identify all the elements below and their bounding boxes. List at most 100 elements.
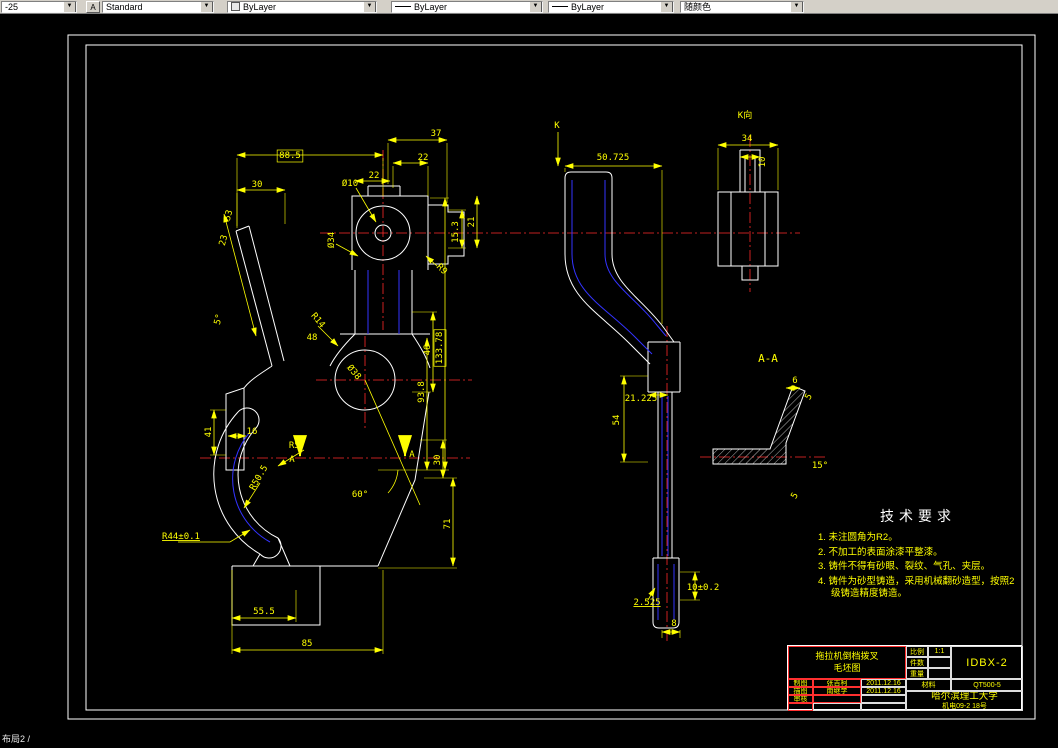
cad-drawing: 88.5372222Ø10305323 Ø34 15.3 21R95° R144846 1…	[67, 34, 1036, 720]
row-name	[813, 695, 861, 703]
qty-value	[928, 657, 951, 668]
dimension-label: 5	[804, 392, 815, 402]
dimension-label: 30	[252, 180, 263, 190]
qty-label: 件数	[906, 657, 928, 668]
color-combo[interactable]: ByLayer ▼	[227, 0, 377, 13]
layer-combo[interactable]: -25 ▼	[1, 0, 77, 13]
row-name: 张吉柯	[813, 679, 861, 687]
dimension-label: 15°	[812, 461, 828, 471]
dimension-label: R44±0.1	[162, 532, 200, 542]
lineweight-combo-value: ByLayer	[571, 1, 605, 12]
chevron-down-icon[interactable]: ▼	[660, 1, 673, 12]
dimension-label: Ø34	[326, 232, 337, 248]
dimension-label: Ø10	[342, 178, 358, 189]
side-view	[564, 171, 681, 629]
drawing-frame	[67, 34, 1036, 720]
row-date: 2011.12.16	[861, 687, 906, 695]
scale-label: 比例	[906, 646, 928, 657]
text-style-icon[interactable]: A	[86, 0, 100, 13]
layout-tab-label[interactable]: 布局2 /	[2, 732, 30, 745]
dimension-label: A	[289, 455, 295, 465]
dimension-label: 8	[671, 619, 676, 629]
plot-style-combo[interactable]: 随颜色 ▼	[680, 0, 804, 13]
school-cell: 哈尔滨理工大学 机电09-2 18号	[906, 691, 1023, 711]
dimension-label: 6	[792, 376, 797, 386]
dimension-label: 48	[307, 333, 318, 343]
technical-requirements-title: 技术要求	[880, 508, 956, 524]
tech-req-item: 2. 不加工的表面涂漆平整漆。	[818, 546, 943, 558]
row-label: 制图	[788, 679, 813, 687]
chevron-down-icon[interactable]: ▼	[363, 1, 376, 12]
tech-req-item: 3. 铸件不得有砂眼、裂纹、气孔、夹层。	[818, 561, 991, 573]
drawing-number: IDBX-2	[951, 646, 1023, 679]
dimension-label: A-A	[758, 352, 778, 365]
row-date: 2011.12.16	[861, 679, 906, 687]
dimension-label: 55.5	[253, 607, 275, 617]
dimension-label: 50.725	[597, 153, 630, 163]
dimension-label: 71	[443, 519, 453, 530]
dimension-label: K向	[738, 109, 752, 121]
dimension-label: 53	[223, 209, 235, 222]
dimension-label: 85	[302, 639, 313, 649]
properties-toolbar: -25 ▼ A Standard ▼ ByLayer ▼ ByLayer ▼ B…	[0, 0, 1058, 14]
chevron-down-icon[interactable]: ▼	[63, 1, 76, 12]
technical-requirements: 技术要求 1. 未注圆角为R2。 2. 不加工的表面涂漆平整漆。 3. 铸件不得…	[818, 506, 1018, 603]
text-style-combo[interactable]: Standard ▼	[102, 0, 214, 13]
plot-style-combo-value: 随颜色	[684, 2, 712, 12]
section-view	[712, 385, 806, 465]
dimension-label: 93.8	[417, 381, 427, 403]
class-info: 机电09-2 18号	[942, 702, 987, 710]
linetype-combo[interactable]: ByLayer ▼	[391, 0, 543, 13]
dimension-label: A	[409, 450, 415, 460]
dimension-label: 16	[247, 427, 258, 437]
linetype-combo-value: ByLayer	[414, 1, 448, 12]
weight-label: 重量	[906, 668, 928, 679]
dimension-label: K	[554, 121, 560, 131]
scale-value: 1:1	[928, 646, 951, 657]
dimension-label: 46	[423, 345, 433, 356]
lineweight-combo[interactable]: ByLayer ▼	[548, 0, 674, 13]
dimension-label: 30	[433, 455, 443, 466]
layer-combo-value: -25	[5, 1, 19, 12]
chevron-down-icon[interactable]: ▼	[529, 1, 542, 12]
drawing-canvas[interactable]: 88.5 37 22 22 Ø10 30 53 23 Ø34 15.3 21 R9 5° R14 48 46 1…	[0, 0, 1058, 743]
drawing-title-line1: 拖拉机倒档拨叉	[815, 650, 879, 661]
dimension-label: 15.3	[451, 221, 461, 243]
dimension-label: 54	[612, 415, 622, 426]
dimension-label: 34	[742, 134, 753, 144]
tech-req-item: 4. 铸件为砂型铸造，采用机械翻砂造型，按照2级铸造精度铸造。	[818, 575, 1015, 600]
row-name: 南继学	[813, 687, 861, 695]
drawing-title-line2: 毛坯图	[833, 662, 861, 673]
dimension-label: 10	[758, 157, 768, 168]
chevron-down-icon[interactable]: ▼	[200, 1, 213, 12]
row-date	[861, 695, 906, 703]
lineweight-sample-icon	[552, 6, 568, 7]
linetype-sample-icon	[395, 6, 411, 7]
drawing-title-cell: 拖拉机倒档拨叉 毛坯图	[788, 646, 906, 679]
k-view	[717, 149, 779, 281]
row-name	[813, 703, 861, 711]
row-label: 描图	[788, 687, 813, 695]
dimension-label: 133.78	[435, 332, 445, 365]
dimension-label: 5	[790, 491, 801, 501]
dimension-label: 21.225	[625, 394, 658, 404]
chevron-down-icon[interactable]: ▼	[790, 1, 803, 12]
dimension-label: 60°	[352, 490, 368, 500]
dimension-label: R50.5	[248, 464, 270, 492]
weight-value	[928, 668, 951, 679]
dimension-label: 22	[369, 171, 380, 181]
dimension-lines	[178, 132, 801, 654]
dimension-label: 22	[418, 153, 429, 163]
dimension-label: 88.5	[279, 151, 301, 161]
dimension-label: R14	[308, 311, 326, 330]
front-view	[213, 185, 465, 626]
dimension-label: 23	[218, 234, 230, 247]
material-label: 材料	[906, 679, 951, 691]
row-label	[788, 703, 813, 711]
color-combo-value: ByLayer	[243, 1, 277, 12]
material-value: QT500-5	[951, 679, 1023, 691]
dimension-label: Ø38	[344, 363, 363, 383]
dimension-label: 37	[431, 129, 442, 139]
tech-req-item: 1. 未注圆角为R2。	[818, 532, 898, 543]
dimension-label: 21	[467, 217, 477, 228]
